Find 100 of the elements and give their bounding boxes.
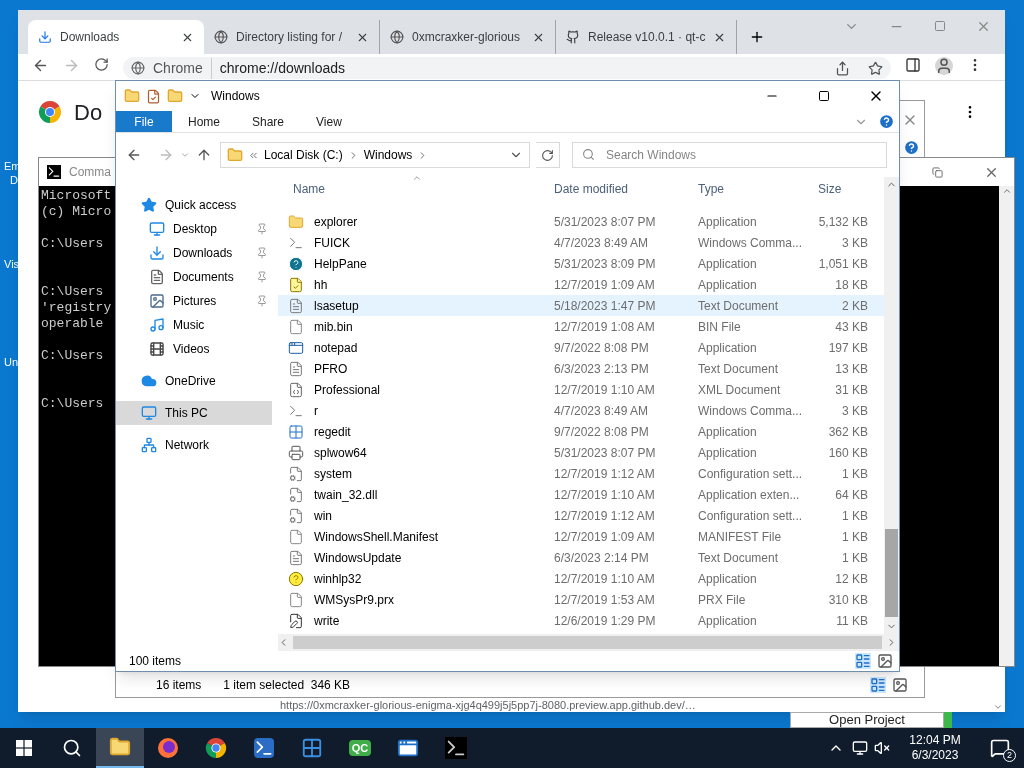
type-cell-text: Application	[698, 213, 758, 231]
file-row[interactable]: twain_32.dll 12/7/2019 1:10 AM Application exten... 64 KB	[278, 484, 884, 505]
file-row[interactable]: system 12/7/2019 1:12 AM Configuration sett... 1 KB	[278, 463, 884, 484]
details-view-icon[interactable]	[870, 677, 886, 693]
clock[interactable]: 12:04 PM 6/3/2023	[900, 733, 970, 763]
nav-item[interactable]: Downloads	[116, 241, 272, 265]
nav-item[interactable]: Documents	[116, 265, 272, 289]
back-icon[interactable]	[126, 147, 142, 163]
ribbon-tab[interactable]: Home	[172, 111, 236, 132]
column-header[interactable]: Name	[287, 180, 554, 198]
scroll-down-icon[interactable]	[992, 702, 1003, 712]
ribbon-tab[interactable]: File	[116, 111, 172, 132]
open-project-button[interactable]: Open Project	[790, 712, 944, 728]
help-icon	[288, 255, 304, 272]
nav-item[interactable]: Videos	[116, 337, 272, 361]
date-cell-text: 12/7/2019 1:12 AM	[554, 507, 656, 525]
download-link[interactable]: https://0xmcraxker-glorious-enigma-xjg4q499j5j5pp7j-8080.preview.app.github.dev/…	[18, 699, 990, 711]
file-row[interactable]: splwow64 5/31/2023 8:07 PM Application 160 KB	[278, 442, 884, 463]
file-row[interactable]: WMSysPr9.prx 12/7/2019 1:53 AM PRX File 310 KB	[278, 589, 884, 610]
file-row[interactable]: write 12/6/2019 1:29 PM Application 11 KB	[278, 610, 884, 631]
file-row[interactable]: Professional 12/7/2019 1:10 AM XML Document 31 KB	[278, 379, 884, 400]
back-icon[interactable]	[32, 57, 49, 74]
help-icon[interactable]	[903, 139, 920, 156]
date-cell-text: 9/7/2022 8:08 PM	[554, 423, 650, 441]
breadcrumb[interactable]: Local Disk (C:)	[264, 146, 343, 164]
scroll-up-icon[interactable]	[1001, 186, 1012, 196]
date-cell-text: 12/7/2019 1:09 AM	[554, 276, 656, 294]
help-document-icon	[288, 276, 304, 293]
file-row[interactable]: winhlp32 12/7/2019 1:10 AM Application 12 KB	[278, 568, 884, 589]
date-cell-text: 6/3/2023 2:13 PM	[554, 360, 650, 378]
browser-tab[interactable]: Directory listing for /	[204, 20, 380, 54]
ribbon-tab[interactable]: Share	[236, 111, 301, 132]
file-row[interactable]: r 4/7/2023 8:49 AM Windows Comma... 3 KB	[278, 400, 884, 421]
folder-icon	[109, 736, 131, 758]
search-icon	[582, 148, 595, 161]
file-row[interactable]: win 12/7/2019 1:12 AM Configuration sett... 1 KB	[278, 505, 884, 526]
search-icon	[62, 738, 82, 758]
file-row[interactable]: FUICK 4/7/2023 8:49 AM Windows Comma... 3 KB	[278, 232, 884, 253]
bookmark-icon[interactable]	[868, 60, 883, 76]
file-row[interactable]: regedit 9/7/2022 8:08 PM Application 362 KB	[278, 421, 884, 442]
column-header[interactable]: Size	[818, 180, 868, 198]
browser-tab[interactable]: Downloads	[28, 20, 204, 54]
address-bar[interactable]: Chrome chrome://downloads	[123, 57, 891, 79]
nav-item[interactable]: Pictures	[116, 289, 272, 313]
tab-title: Directory listing for /	[236, 29, 344, 46]
size-cell-text: 1 KB	[841, 549, 868, 567]
music-icon	[149, 317, 165, 333]
maximize-icon[interactable]	[934, 20, 946, 32]
grid-icon	[301, 737, 323, 759]
nav-item[interactable]: Desktop	[116, 217, 272, 241]
horizontal-scrollbar[interactable]	[278, 634, 899, 651]
console-scrollbar[interactable]	[999, 186, 1014, 666]
file-row[interactable]: lsasetup 5/18/2023 1:47 PM Text Document 2 KB	[278, 295, 884, 316]
site-chip: Chrome	[153, 57, 212, 79]
nav-item[interactable]: Music	[116, 313, 272, 337]
window-title: Comma	[69, 164, 111, 181]
date-cell-text: 4/7/2023 8:49 AM	[554, 234, 650, 252]
ribbon-tab[interactable]: View	[300, 111, 358, 132]
file-row[interactable]: explorer 5/31/2023 8:07 PM Application 5,132 KB	[278, 211, 884, 232]
nav-item[interactable]: Network	[116, 433, 272, 457]
large-icons-view-icon[interactable]	[892, 677, 908, 693]
help-icon[interactable]	[878, 113, 895, 130]
side-panel-icon[interactable]	[905, 57, 921, 73]
file-row[interactable]: mib.bin 12/7/2019 1:08 AM BIN File 43 KB	[278, 316, 884, 337]
large-icons-view-icon[interactable]	[877, 653, 893, 669]
up-icon[interactable]	[196, 147, 212, 163]
details-view-icon[interactable]	[855, 653, 871, 669]
download-icon	[38, 30, 52, 44]
url-text: chrome://downloads	[219, 58, 347, 78]
column-header[interactable]: Date modified	[554, 180, 698, 198]
nav-item[interactable]: OneDrive	[116, 369, 272, 393]
scrollbar-thumb[interactable]	[293, 636, 882, 649]
refresh-button[interactable]	[536, 142, 560, 168]
size-cell-text: 1 KB	[841, 465, 868, 483]
vertical-scrollbar[interactable]	[884, 177, 899, 634]
file-row[interactable]: notepad 9/7/2022 8:08 PM Application 197 KB	[278, 337, 884, 358]
file-row[interactable]: WindowsShell.Manifest 12/7/2019 1:09 AM MANIFEST File 1 KB	[278, 526, 884, 547]
share-icon[interactable]	[835, 60, 850, 76]
windows-logo	[16, 740, 32, 756]
file-row[interactable]: PFRO 6/3/2023 2:13 PM Text Document 13 KB	[278, 358, 884, 379]
file-row[interactable]: HelpPane 5/31/2023 8:09 PM Application 1,051 KB	[278, 253, 884, 274]
nav-item[interactable]: Quick access	[116, 193, 272, 217]
properties-icon[interactable]	[146, 88, 161, 104]
nav-item[interactable]: This PC	[116, 401, 272, 425]
scrollbar-thumb[interactable]	[885, 529, 898, 617]
reload-icon[interactable]	[94, 57, 109, 72]
search-field[interactable]: Search Windows	[572, 142, 887, 168]
muted-volume-icon[interactable]	[874, 740, 890, 756]
browser-tab[interactable]: 0xmcraxker-glorious	[380, 20, 556, 54]
profile-icon[interactable]	[935, 57, 953, 75]
taskbar-button[interactable]	[96, 728, 144, 768]
notifications-button[interactable]: 2	[976, 728, 1024, 768]
file-row[interactable]: WindowsUpdate 6/3/2023 2:14 PM Text Document 1 KB	[278, 547, 884, 568]
column-header[interactable]: Type	[698, 180, 818, 198]
file-row[interactable]: hh 12/7/2019 1:09 AM Application 18 KB	[278, 274, 884, 295]
browser-tab[interactable]: Release v10.0.1 · qt-c	[556, 20, 738, 54]
breadcrumb[interactable]: Windows	[363, 146, 413, 164]
size-cell-text: 5,132 KB	[818, 213, 868, 231]
network-icon[interactable]	[852, 740, 868, 756]
address-bar[interactable]: Local Disk (C:) Windows	[220, 142, 530, 168]
